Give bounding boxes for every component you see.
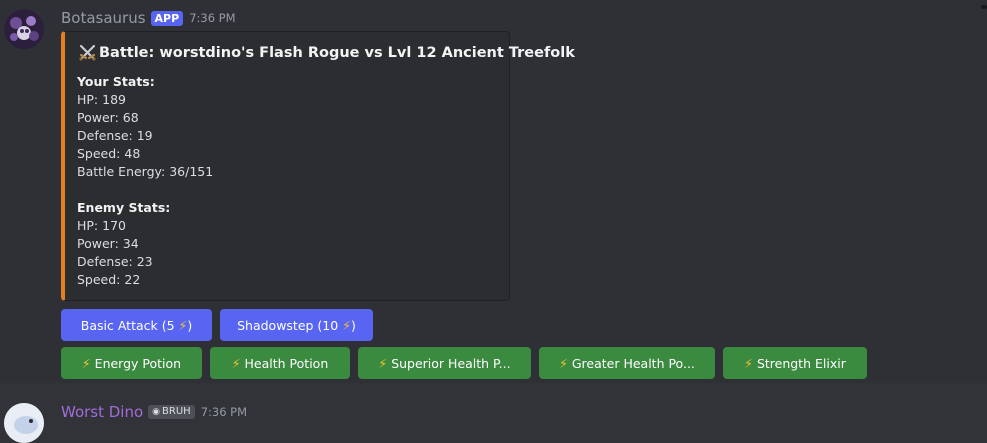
- your-stat-speed: Speed: 48: [77, 146, 141, 161]
- role-icon: ◉: [152, 407, 161, 417]
- role-tag-label: BRUH: [162, 406, 191, 417]
- shadowstep-suffix: ): [351, 317, 356, 333]
- basic-attack-suffix: ): [187, 317, 193, 333]
- enemy-stat-power: Power: 34: [77, 236, 139, 251]
- strength-elixir-button[interactable]: ⚡ Strength Elixir: [723, 347, 867, 379]
- next-author-name[interactable]: Worst Dino: [61, 403, 143, 421]
- stats-spacer: [77, 181, 213, 199]
- next-message-timestamp[interactable]: 7:36 PM: [201, 405, 247, 419]
- lightning-bolt-icon: ⚡: [178, 317, 188, 333]
- enemy-stat-defense: Defense: 23: [77, 254, 153, 269]
- next-message: Worst Dino ◉ BRUH 7:36 PM: [0, 383, 987, 443]
- battle-embed: Battle: worstdino's Flash Rogue vs Lvl 1…: [61, 31, 575, 301]
- enemy-stat-speed: Speed: 22: [77, 272, 141, 287]
- superior-health-potion-label: Superior Health P...: [391, 355, 511, 371]
- crossed-swords-icon: [78, 43, 97, 62]
- lightning-bolt-icon: ⚡: [559, 355, 568, 371]
- lightning-bolt-icon: ⚡: [378, 355, 388, 371]
- energy-potion-label: Energy Potion: [94, 355, 182, 371]
- your-stat-defense: Defense: 19: [77, 128, 153, 143]
- basic-attack-label: Basic Attack (5: [80, 317, 175, 333]
- message-header: Botasaurus APP 7:36 PM: [61, 8, 236, 28]
- scrollbar[interactable]: [981, 5, 987, 9]
- superior-health-potion-button[interactable]: ⚡ Superior Health P...: [358, 347, 531, 379]
- your-stat-battle-energy: Battle Energy: 36/151: [77, 164, 214, 179]
- lightning-bolt-icon: ⚡: [744, 355, 753, 371]
- user-avatar[interactable]: [4, 403, 44, 443]
- message-timestamp[interactable]: 7:36 PM: [189, 11, 235, 25]
- next-message-header: Worst Dino ◉ BRUH 7:36 PM: [61, 403, 247, 421]
- author-name[interactable]: Botasaurus: [61, 9, 146, 27]
- energy-potion-button[interactable]: ⚡ Energy Potion: [61, 347, 202, 379]
- greater-health-potion-label: Greater Health Po...: [571, 355, 695, 371]
- bot-avatar[interactable]: [4, 9, 44, 49]
- enemy-stat-hp: HP: 170: [77, 218, 126, 233]
- shadowstep-button[interactable]: Shadowstep (10 ⚡ ): [220, 309, 373, 341]
- greater-health-potion-button[interactable]: ⚡ Greater Health Po...: [539, 347, 715, 379]
- your-stat-hp: HP: 189: [77, 92, 126, 107]
- embed-description: Your Stats: HP: 189 Power: 68 Defense: 1…: [77, 73, 213, 289]
- embed-title: Battle: worstdino's Flash Rogue vs Lvl 1…: [78, 43, 575, 62]
- enemy-stats-heading: Enemy Stats:: [77, 200, 171, 215]
- basic-attack-button[interactable]: Basic Attack (5 ⚡ ): [61, 309, 212, 341]
- strength-elixir-label: Strength Elixir: [756, 355, 846, 371]
- your-stats-heading: Your Stats:: [77, 74, 155, 89]
- lightning-bolt-icon: ⚡: [231, 355, 241, 371]
- health-potion-button[interactable]: ⚡ Health Potion: [210, 347, 350, 379]
- role-tag: ◉ BRUH: [148, 405, 195, 419]
- health-potion-label: Health Potion: [244, 355, 329, 371]
- embed-title-text: Battle: worstdino's Flash Rogue vs Lvl 1…: [99, 44, 575, 61]
- app-badge: APP: [150, 10, 184, 26]
- shadowstep-label: Shadowstep (10: [237, 317, 339, 333]
- lightning-bolt-icon: ⚡: [342, 317, 351, 333]
- lightning-bolt-icon: ⚡: [81, 355, 91, 371]
- bot-message: Botasaurus APP 7:36 PM Battle: worstdino…: [0, 0, 987, 383]
- your-stat-power: Power: 68: [77, 110, 139, 125]
